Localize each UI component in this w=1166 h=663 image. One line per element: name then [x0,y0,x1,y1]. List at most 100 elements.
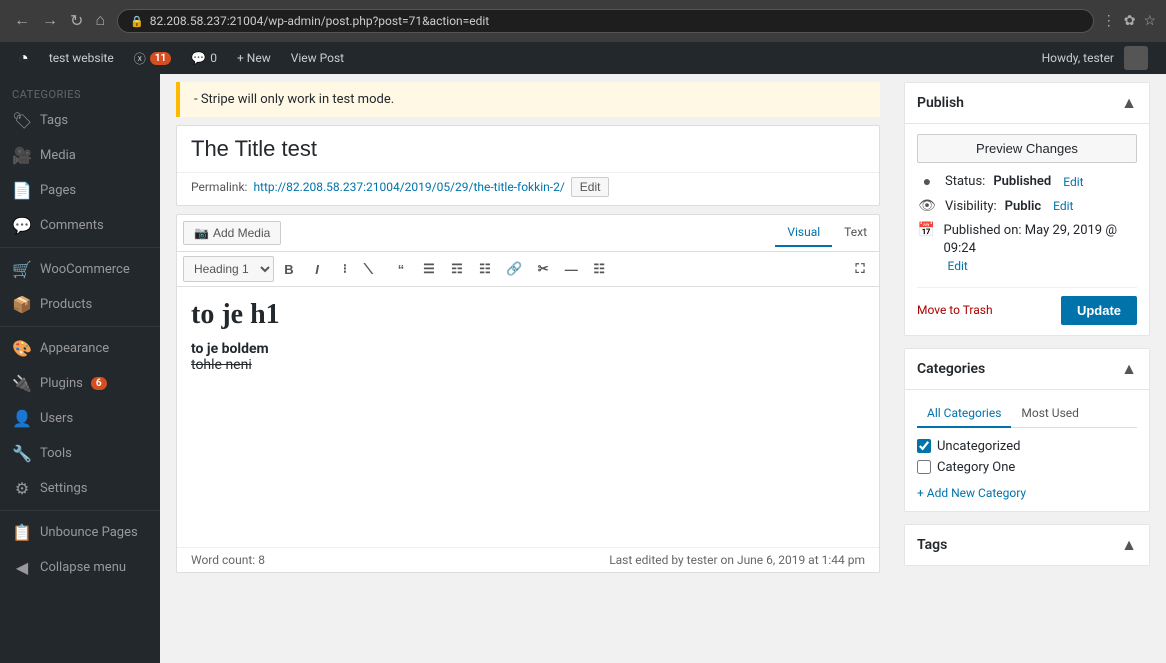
uncategorized-checkbox[interactable] [917,439,931,453]
publish-toggle-icon: ▲ [1121,93,1137,113]
permalink-link[interactable]: http://82.208.58.237:21004/2019/05/29/th… [253,180,564,194]
sidebar-item-media[interactable]: 🎥 Media [0,138,160,173]
word-count-label: Word count: 8 [191,553,265,567]
new-item[interactable]: + New [227,42,281,74]
post-editor: Permalink: http://82.208.58.237:21004/20… [176,125,880,573]
sidebar-item-tags[interactable]: 🏷 Tags [0,103,160,138]
wp-content: - Stripe will only work in test mode. Pe… [160,74,896,663]
calendar-icon: 📅 [917,222,936,238]
published-edit-link[interactable]: Edit [948,259,968,273]
products-icon: 📦 [12,295,32,314]
list-item: Category One [917,457,1137,478]
sidebar-item-comments[interactable]: 💬 Comments [0,208,160,243]
tab-text[interactable]: Text [832,219,879,247]
ol-btn[interactable]: ⃥ [360,256,386,282]
admin-bar-right: Howdy, tester [1032,42,1158,74]
status-edit-link[interactable]: Edit [1063,175,1083,189]
sidebar-item-woocommerce[interactable]: 🛒 WooCommerce [0,252,160,287]
categories-metabox-header[interactable]: Categories ▲ [905,349,1149,390]
bold-btn[interactable]: B [276,256,302,282]
add-media-btn[interactable]: 📷 Add Media [183,221,281,245]
howdy-item[interactable]: Howdy, tester [1032,42,1158,74]
align-left-btn[interactable]: ☰ [416,256,442,282]
status-icon: ● [917,173,937,190]
comments-nav-icon: 💬 [12,216,32,235]
sidebar-divider-3 [0,510,160,511]
update-count: 11 [150,52,171,65]
link-btn[interactable]: 🔗 [500,256,528,282]
italic-btn[interactable]: I [304,256,330,282]
wp-sidebar-right: Publish ▲ Preview Changes ● Status: Publ… [896,74,1166,663]
tags-metabox-header[interactable]: Tags ▲ [905,525,1149,565]
sidebar-item-users[interactable]: 👤 Users [0,401,160,436]
browser-nav-buttons[interactable]: ← → ↻ ⌂ [10,9,109,33]
more-icon[interactable]: ⋮ [1102,13,1116,29]
fullscreen-btn[interactable]: ⛶ [847,256,873,282]
post-title-wrap: Permalink: http://82.208.58.237:21004/20… [176,125,880,206]
forward-button[interactable]: → [38,9,62,33]
media-icon: 🎥 [12,146,32,165]
more-btn[interactable]: — [558,256,584,282]
heading-select[interactable]: Heading 1 Paragraph Heading 2 Heading 3 [183,256,274,282]
tags-icon: 🏷 [12,111,32,130]
wp-main: Categories 🏷 Tags 🎥 Media 📄 Pages 💬 Comm… [0,74,1166,663]
align-right-btn[interactable]: ☷ [472,256,498,282]
address-bar[interactable]: 🔒 82.208.58.237:21004/wp-admin/post.php?… [117,9,1094,33]
visibility-edit-link[interactable]: Edit [1053,199,1073,213]
collapse-icon: ◀ [12,558,32,577]
align-center-btn[interactable]: ☶ [444,256,470,282]
users-icon: 👤 [12,409,32,428]
updates-item[interactable]: ⓧ 11 [124,42,182,74]
sidebar-item-unbounce[interactable]: 📋 Unbounce Pages [0,515,160,550]
visibility-icon: 👁 [917,198,937,214]
browser-chrome: ← → ↻ ⌂ 🔒 82.208.58.237:21004/wp-admin/p… [0,0,1166,42]
comments-item[interactable]: 💬 0 [181,42,227,74]
site-name-item[interactable]: test website [39,42,124,74]
woocommerce-label: WooCommerce [40,262,130,277]
tab-visual[interactable]: Visual [775,219,832,247]
sidebar-item-tools[interactable]: 🔧 Tools [0,436,160,471]
sidebar-item-settings[interactable]: ⚙ Settings [0,471,160,506]
tab-most-used[interactable]: Most Used [1011,400,1089,428]
editor-footer: Word count: 8 Last edited by tester on J… [177,547,879,572]
wp-logo-item[interactable]: ◔ [8,42,39,74]
back-button[interactable]: ← [10,9,34,33]
sidebar-collapse-menu[interactable]: ◀ Collapse menu [0,550,160,585]
add-media-icon: 📷 [194,226,209,240]
update-btn[interactable]: Update [1061,296,1137,325]
preview-changes-btn[interactable]: Preview Changes [917,134,1137,163]
pocket-icon[interactable]: ✿ [1124,13,1136,29]
published-label: Published on: [944,223,1022,238]
home-button[interactable]: ⌂ [91,9,109,33]
plugins-label: Plugins [40,376,83,391]
move-to-trash-link[interactable]: Move to Trash [917,303,993,317]
blockquote-btn[interactable]: “ [388,256,414,282]
table-btn[interactable]: ☷ [586,256,612,282]
wp-admin-bar: ◔ test website ⓧ 11 💬 0 + New View Post … [0,42,1166,74]
sidebar-item-appearance[interactable]: 🎨 Appearance [0,331,160,366]
stripe-notice: - Stripe will only work in test mode. [176,82,880,117]
pages-label: Pages [40,183,76,198]
add-new-category-link[interactable]: + Add New Category [917,486,1026,500]
sidebar-item-plugins[interactable]: 🔌 Plugins 6 [0,366,160,401]
publish-metabox-header[interactable]: Publish ▲ [905,83,1149,124]
tab-all-categories[interactable]: All Categories [917,400,1011,428]
editor-body[interactable]: to je h1 to je boldem tohle neni [177,287,879,547]
howdy-text: Howdy, tester [1042,51,1114,65]
reload-button[interactable]: ↻ [66,9,87,33]
sidebar-item-pages[interactable]: 📄 Pages [0,173,160,208]
sidebar-item-products[interactable]: 📦 Products [0,287,160,322]
uncategorized-label: Uncategorized [937,439,1020,454]
comments-icon: 💬 [191,51,206,65]
wp-sidebar: Categories 🏷 Tags 🎥 Media 📄 Pages 💬 Comm… [0,74,160,663]
ul-btn[interactable]: ⁝ [332,256,358,282]
stripe-notice-text: - Stripe will only work in test mode. [194,92,394,107]
bookmark-icon[interactable]: ☆ [1143,13,1156,29]
view-post-item[interactable]: View Post [281,42,354,74]
categories-toggle-icon: ▲ [1121,359,1137,379]
post-title-input[interactable] [177,126,879,172]
unlink-btn[interactable]: ✂ [530,256,556,282]
visibility-value: Public [1005,199,1041,214]
category-one-checkbox[interactable] [917,460,931,474]
permalink-edit-btn[interactable]: Edit [571,177,610,197]
